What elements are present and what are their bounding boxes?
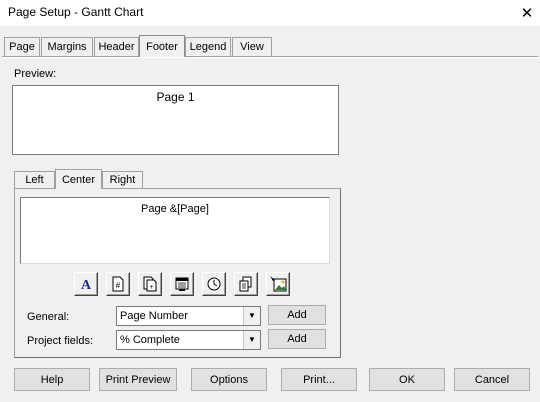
general-label: General:: [27, 311, 70, 323]
tab-strip: Page Margins Header Footer Legend View: [0, 35, 540, 57]
window-title: Page Setup - Gantt Chart: [8, 5, 144, 19]
svg-text:#: #: [116, 281, 121, 290]
project-fields-add-button[interactable]: Add: [268, 329, 326, 349]
svg-text:+: +: [149, 284, 153, 291]
project-fields-select-value: % Complete: [120, 334, 180, 346]
print-preview-button[interactable]: Print Preview: [99, 368, 177, 391]
chevron-down-icon: ▼: [243, 331, 260, 349]
insert-page-count-button[interactable]: +: [138, 272, 162, 296]
insert-file-name-button[interactable]: [234, 272, 258, 296]
tab-left[interactable]: Left: [14, 171, 55, 188]
tab-margins[interactable]: Margins: [41, 37, 93, 56]
insert-current-date-icon: [175, 277, 189, 291]
preview-label: Preview:: [14, 68, 57, 80]
project-fields-label: Project fields:: [27, 335, 94, 347]
print-button[interactable]: Print...: [281, 368, 357, 391]
tab-divider-highlight: [2, 57, 538, 58]
chevron-down-icon: ▼: [243, 307, 260, 325]
insert-date-button[interactable]: [170, 272, 194, 296]
preview-box: Page 1: [12, 85, 339, 155]
help-button[interactable]: Help: [14, 368, 90, 391]
tab-header[interactable]: Header: [94, 37, 139, 56]
cancel-button[interactable]: Cancel: [454, 368, 530, 391]
general-select-value: Page Number: [120, 310, 188, 322]
insert-time-button[interactable]: [202, 272, 226, 296]
footer-text-area[interactable]: Page &[Page]: [20, 197, 330, 264]
insert-total-page-count-icon: +: [143, 276, 157, 292]
general-add-button[interactable]: Add: [268, 305, 326, 325]
ok-button[interactable]: OK: [369, 368, 445, 391]
insert-page-number-button[interactable]: #: [106, 272, 130, 296]
insert-picture-button[interactable]: [266, 272, 290, 296]
footer-text: Page &[Page]: [141, 203, 209, 215]
insert-page-number-icon: #: [112, 276, 124, 292]
project-fields-select[interactable]: % Complete ▼: [116, 330, 261, 350]
tab-center[interactable]: Center: [55, 169, 102, 189]
preview-text: Page 1: [156, 90, 195, 104]
close-button[interactable]: ✕: [514, 0, 540, 26]
format-text-font-icon: A: [81, 278, 92, 292]
tab-legend[interactable]: Legend: [185, 37, 231, 56]
general-select[interactable]: Page Number ▼: [116, 306, 261, 326]
close-icon: ✕: [520, 5, 534, 22]
tab-right[interactable]: Right: [102, 171, 143, 188]
insert-file-name-icon: [239, 276, 252, 292]
tab-view[interactable]: View: [232, 37, 272, 56]
svg-text:A: A: [81, 278, 92, 292]
tab-page[interactable]: Page: [4, 37, 40, 56]
tab-footer[interactable]: Footer: [139, 35, 185, 57]
insert-picture-icon: [270, 276, 287, 292]
options-button[interactable]: Options: [191, 368, 267, 391]
format-text-button[interactable]: A: [74, 272, 98, 296]
insert-current-time-icon: [207, 277, 221, 291]
